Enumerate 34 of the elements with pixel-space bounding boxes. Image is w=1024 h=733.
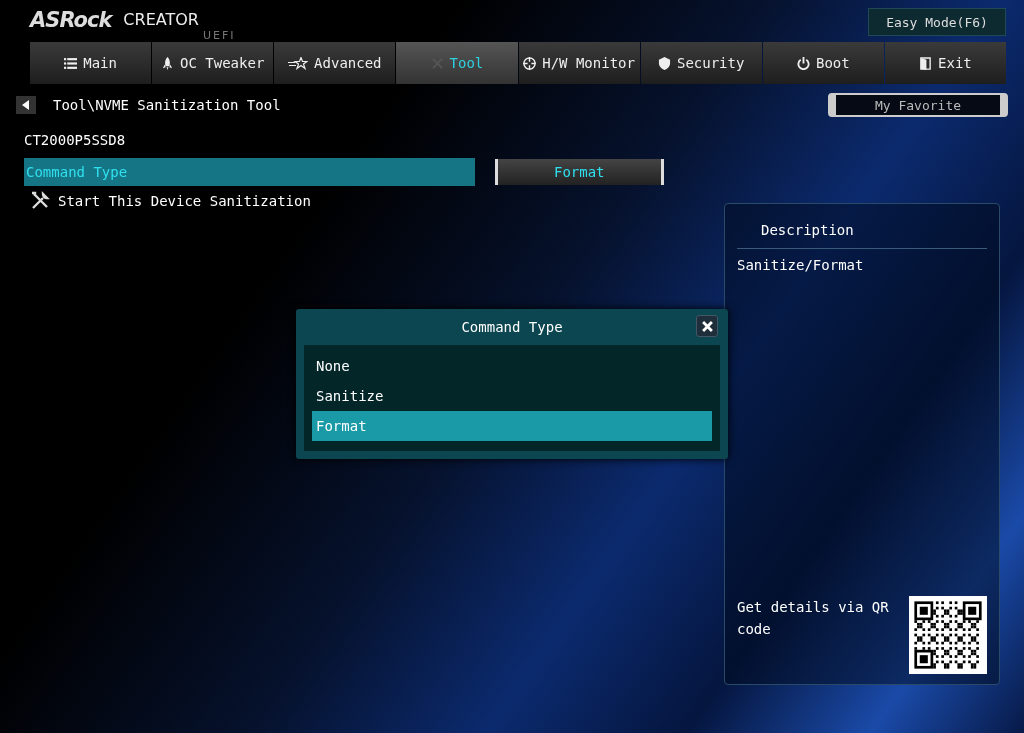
menu-tab[interactable]: Tool [396, 42, 518, 84]
menu-tab[interactable]: Exit [884, 42, 1006, 84]
dialog-option[interactable]: None [312, 351, 712, 381]
close-icon [701, 320, 713, 332]
breadcrumb: Tool\NVME Sanitization Tool [53, 97, 281, 113]
dialog-option[interactable]: Sanitize [312, 381, 712, 411]
menu-tab[interactable]: H/W Monitor [518, 42, 640, 84]
menu-tab[interactable]: OC Tweaker [152, 42, 274, 84]
my-favorite-button[interactable]: My Favorite [828, 93, 1008, 117]
menu-tab[interactable]: Boot [762, 42, 884, 84]
menu-tab[interactable]: Main [30, 42, 152, 84]
uefi-label: UEFI [202, 29, 236, 42]
rocket-icon [161, 56, 175, 70]
door-icon [919, 56, 933, 70]
brand-logo: ASRock [30, 8, 112, 32]
close-button[interactable] [696, 315, 718, 337]
crosshair-icon [523, 56, 537, 70]
easy-mode-button[interactable]: Easy Mode(F6) [868, 8, 1006, 36]
back-button[interactable] [16, 96, 36, 114]
menu-tab[interactable]: Advanced [274, 42, 396, 84]
shield-icon [657, 56, 671, 70]
description-title: Description [737, 204, 987, 249]
action-item[interactable]: Start This Device Sanitization [24, 186, 330, 216]
left-triangle-icon [22, 100, 30, 110]
menu-tab[interactable]: Security [640, 42, 762, 84]
qr-caption: Get details via QR code [737, 598, 890, 639]
device-name: CT2000P5SSD8 [24, 132, 127, 150]
dialog-title: Command Type [461, 319, 563, 335]
list-icon [64, 56, 78, 70]
description-text: Sanitize/Format [737, 256, 865, 275]
star-icon [288, 56, 309, 70]
power-icon [796, 56, 810, 70]
setting-value-button[interactable]: Format [494, 159, 664, 185]
product-name: CREATOR [123, 10, 199, 31]
